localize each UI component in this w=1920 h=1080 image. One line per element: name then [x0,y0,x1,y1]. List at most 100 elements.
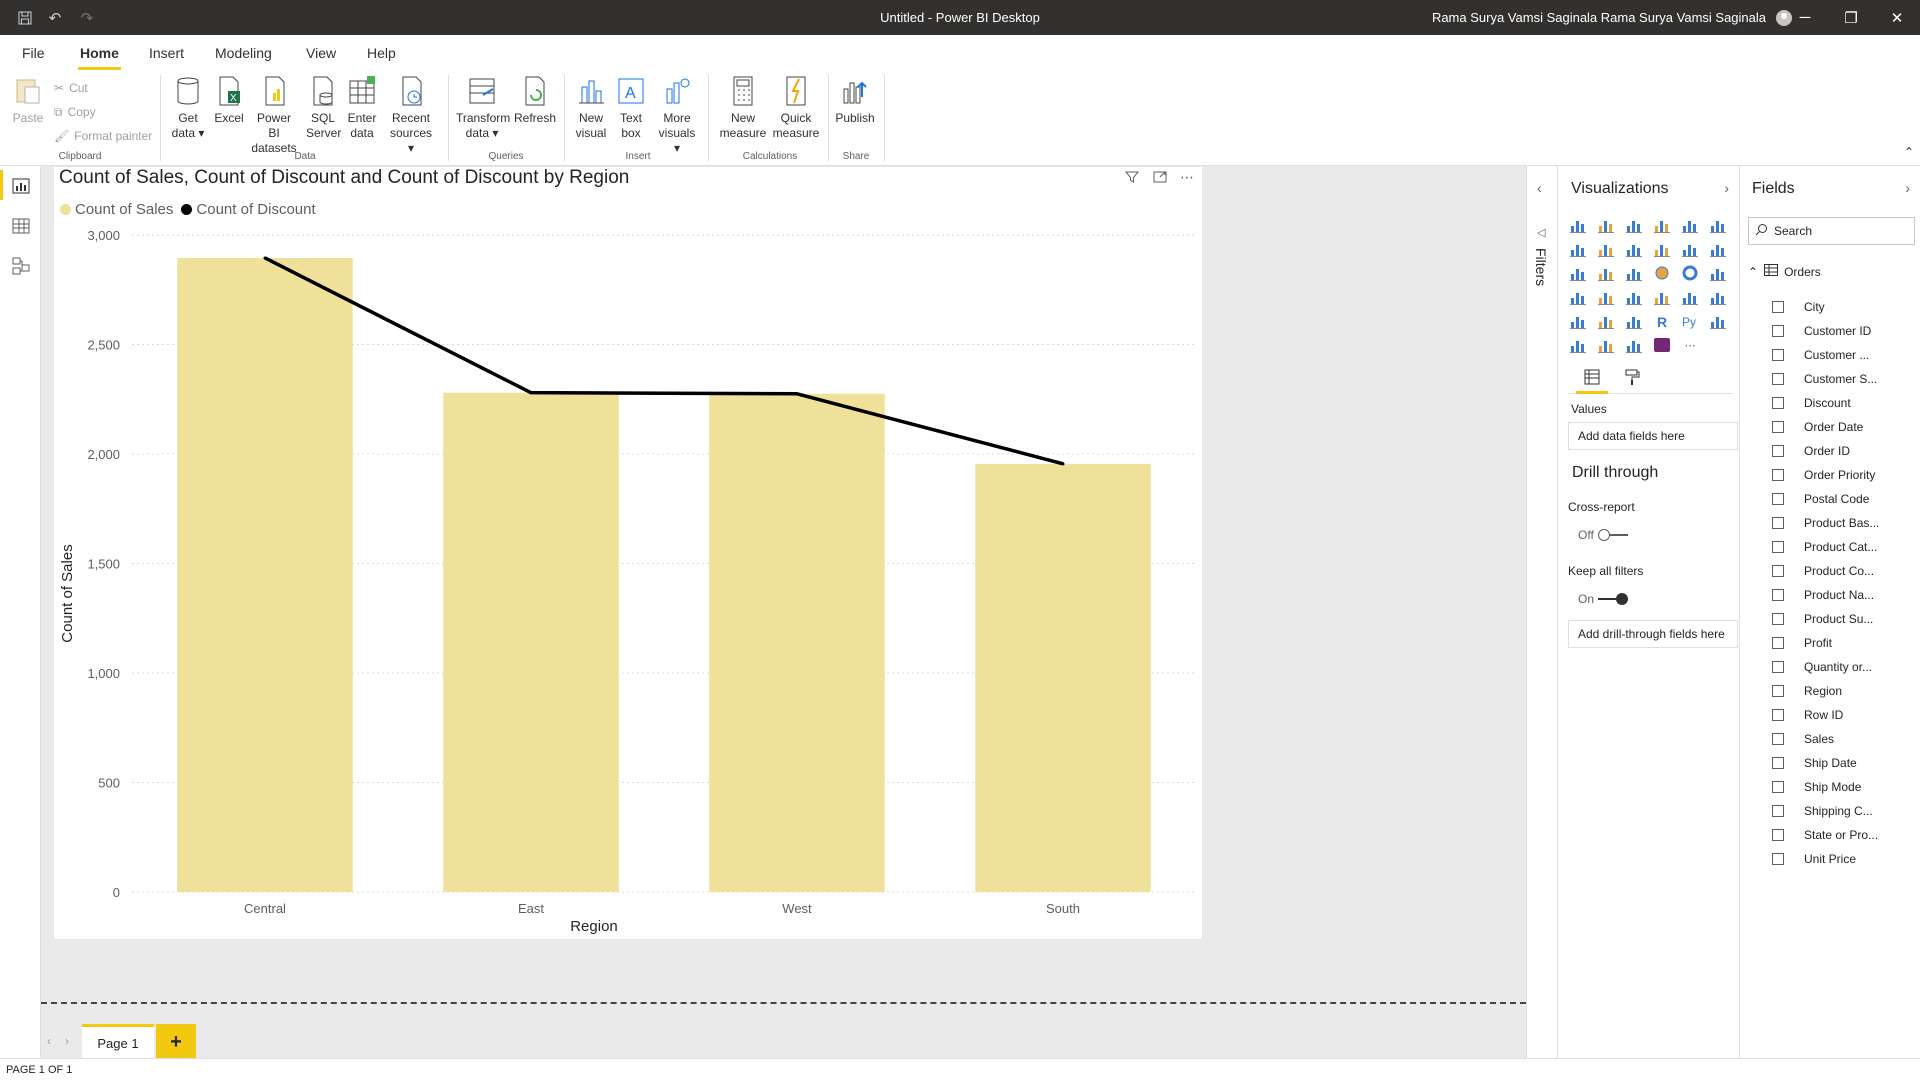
100-bar-icon[interactable] [1680,216,1700,234]
field-checkbox[interactable] [1772,709,1784,721]
paste-button[interactable]: Paste [12,75,44,126]
multi-row-card-icon[interactable] [1680,288,1700,306]
text-box-button[interactable]: A Text box [614,75,648,141]
field-item[interactable]: Quantity or... [1772,657,1872,677]
table-orders[interactable]: ⌃ Orders [1748,264,1821,279]
tab-help[interactable]: Help [367,45,396,61]
publish-button[interactable]: Publish [834,75,876,126]
new-visual-button[interactable]: New visual [574,75,608,141]
stacked-bar-icon[interactable] [1568,216,1588,234]
field-item[interactable]: Order Priority [1772,465,1875,485]
map-icon[interactable] [1568,288,1588,306]
fields-search-input[interactable]: Search [1748,217,1915,245]
more-visuals-button[interactable]: More visuals ▾ [654,75,700,156]
close-button[interactable]: ✕ [1874,0,1920,35]
field-checkbox[interactable] [1772,469,1784,481]
field-checkbox[interactable] [1772,373,1784,385]
field-checkbox[interactable] [1772,733,1784,745]
model-view-icon[interactable] [11,256,31,276]
field-checkbox[interactable] [1772,541,1784,553]
field-item[interactable]: Ship Date [1772,753,1857,773]
field-checkbox[interactable] [1772,349,1784,361]
clustered-bar-icon[interactable] [1624,216,1644,234]
field-item[interactable]: Profit [1772,633,1832,653]
field-item[interactable]: Ship Mode [1772,777,1861,797]
expand-filters-icon[interactable]: ‹ [1537,180,1542,196]
slicer-icon[interactable] [1568,312,1588,330]
gauge-icon[interactable] [1624,288,1644,306]
kpi-icon[interactable] [1708,288,1728,306]
field-checkbox[interactable] [1772,685,1784,697]
clustered-column-icon[interactable] [1652,216,1672,234]
tab-home[interactable]: Home [78,45,121,70]
power-bi-datasets-button[interactable]: Power BI datasets [250,75,298,156]
ribbon-icon[interactable] [1708,240,1728,258]
field-item[interactable]: Region [1772,681,1842,701]
field-item[interactable]: Product Na... [1772,585,1874,605]
field-item[interactable]: Sales [1772,729,1834,749]
user-name[interactable]: Rama Surya Vamsi Saginala Rama Surya Vam… [1432,10,1766,25]
combo-chart-visual[interactable]: Count of Sales, Count of Discount and Co… [53,166,1203,940]
field-item[interactable]: Row ID [1772,705,1843,725]
area-icon[interactable] [1596,240,1616,258]
matrix-icon[interactable] [1624,312,1644,330]
excel-button[interactable]: X Excel [214,75,244,126]
next-page-icon[interactable]: › [65,1034,69,1048]
python-visual-icon[interactable]: Py [1680,312,1700,330]
field-item[interactable]: Product Cat... [1772,537,1877,557]
card-icon[interactable] [1652,288,1672,306]
field-checkbox[interactable] [1772,493,1784,505]
field-item[interactable]: Product Bas... [1772,513,1879,533]
restore-button[interactable]: ❐ [1828,0,1874,35]
bar[interactable] [709,393,885,892]
collapse-fields-icon[interactable]: › [1905,180,1910,196]
field-checkbox[interactable] [1772,829,1784,841]
line-column-icon[interactable] [1652,240,1672,258]
page-tab[interactable]: Page 1 [82,1024,154,1060]
fields-well-icon[interactable] [1572,362,1612,394]
line-series[interactable] [264,256,1064,466]
format-paint-roller-icon[interactable] [1612,362,1652,392]
field-item[interactable]: Postal Code [1772,489,1869,509]
field-checkbox[interactable] [1772,565,1784,577]
donut-icon[interactable] [1680,264,1700,282]
waterfall-icon[interactable] [1568,264,1588,282]
new-measure-button[interactable]: New measure [718,75,768,141]
field-checkbox[interactable] [1772,805,1784,817]
field-item[interactable]: Customer ... [1772,345,1869,365]
keep-filters-toggle[interactable]: On [1578,592,1629,606]
cross-report-toggle[interactable]: Off [1578,528,1628,542]
more-icon[interactable]: ⋯ [1680,336,1700,354]
field-item[interactable]: Product Co... [1772,561,1874,581]
tab-modeling[interactable]: Modeling [215,45,272,61]
stacked-column-icon[interactable] [1596,216,1616,234]
stacked-area-icon[interactable] [1624,240,1644,258]
field-item[interactable]: City [1772,297,1825,317]
collapse-ribbon-icon[interactable]: ⌃ [1904,145,1914,159]
field-checkbox[interactable] [1772,757,1784,769]
prev-page-icon[interactable]: ‹ [47,1034,51,1048]
scatter-icon[interactable] [1624,264,1644,282]
tab-file[interactable]: File [22,45,45,61]
line-icon[interactable] [1568,240,1588,258]
get-data-button[interactable]: Get data ▾ [170,75,206,141]
table-icon[interactable] [1596,312,1616,330]
minimize-button[interactable]: ─ [1782,0,1828,35]
field-item[interactable]: State or Pro... [1772,825,1878,845]
bar[interactable] [975,463,1151,892]
field-checkbox[interactable] [1772,613,1784,625]
tab-insert[interactable]: Insert [149,45,184,61]
field-item[interactable]: Product Su... [1772,609,1873,629]
key-influencers-icon[interactable] [1708,312,1728,330]
tab-view[interactable]: View [306,45,336,61]
add-page-button[interactable]: + [156,1024,196,1060]
field-checkbox[interactable] [1772,421,1784,433]
funnel-icon[interactable] [1596,264,1616,282]
field-item[interactable]: Order ID [1772,441,1850,461]
collapse-visualizations-icon[interactable]: › [1724,180,1729,196]
quick-measure-button[interactable]: Quick measure [772,75,820,141]
sql-server-button[interactable]: SQL Server [306,75,341,141]
enter-data-button[interactable]: Enter data [346,75,378,141]
refresh-button[interactable]: Refresh [514,75,556,126]
line-clustered-icon[interactable] [1680,240,1700,258]
